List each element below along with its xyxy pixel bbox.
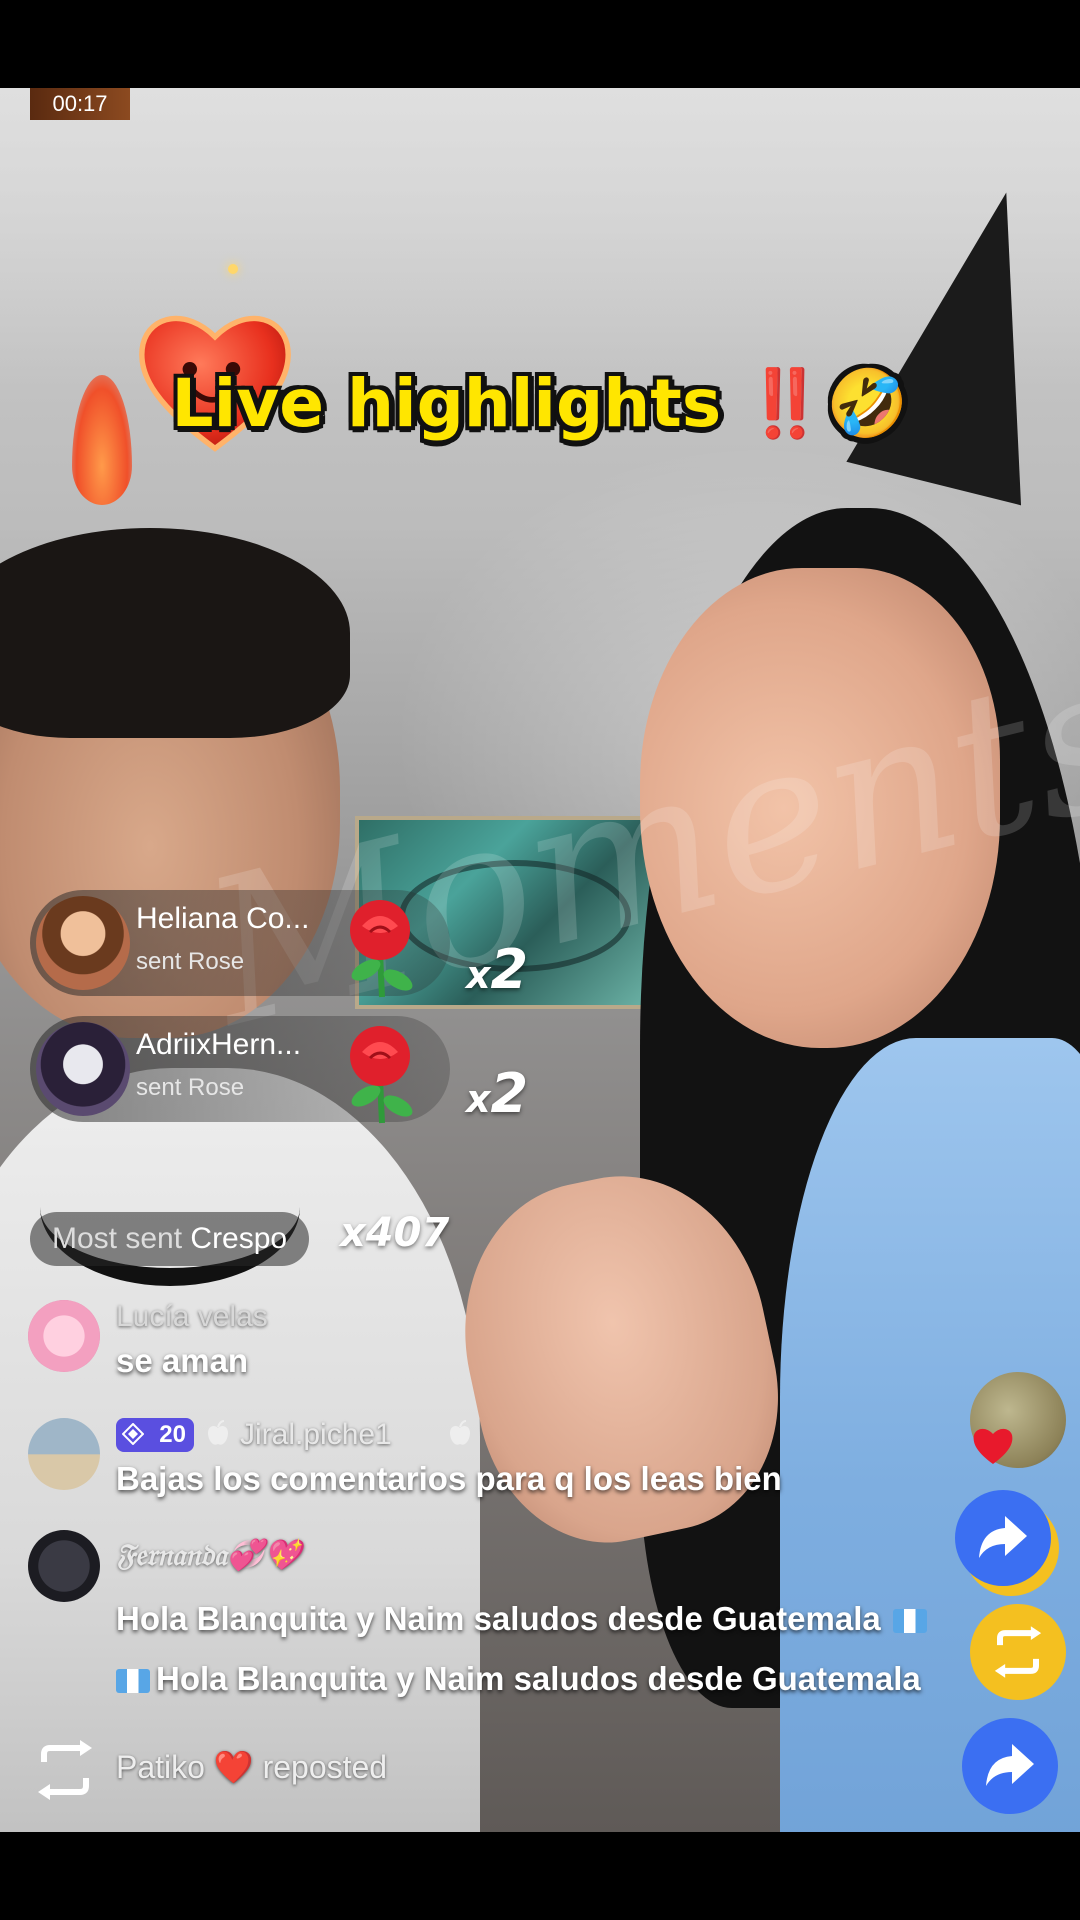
comment-username[interactable]: Jiral.piche1 — [240, 1418, 392, 1452]
flag-guatemala-icon — [892, 1609, 927, 1634]
comment-username[interactable]: 𝔉𝔢𝔯𝔫𝔞𝔫𝔡𝔞💞💖 — [116, 1538, 302, 1573]
gift-sender-name: AdriixHern... — [136, 1028, 302, 1061]
share-button[interactable] — [955, 1490, 1051, 1586]
share-icon — [986, 1744, 1034, 1786]
flag-guatemala-icon — [116, 1669, 150, 1694]
video-timer: 00:17 — [30, 88, 130, 120]
sparkle-icon — [228, 264, 238, 274]
gift-action: sent Rose — [136, 1074, 245, 1101]
share-icon — [979, 1516, 1027, 1558]
title-text: Live highlights — [171, 365, 722, 442]
gem-icon — [122, 1423, 144, 1445]
most-sent-gift: Crespo — [190, 1222, 288, 1255]
repost-icon — [994, 1626, 1042, 1678]
rofl-emoji-icon: 🤣 — [826, 365, 909, 442]
comment-text: se aman — [116, 1342, 249, 1379]
gift-multiplier: x2 — [466, 1062, 529, 1125]
repost-notice: Patiko ❤️ reposted — [116, 1749, 388, 1785]
level-badge: 20 — [116, 1418, 194, 1452]
top-letterbox — [0, 0, 1080, 88]
apple-icon — [450, 1420, 470, 1445]
most-sent-count: x407 — [340, 1210, 450, 1256]
share-button[interactable] — [962, 1718, 1058, 1814]
apple-icon — [208, 1420, 228, 1445]
avatar[interactable] — [36, 896, 130, 990]
avatar[interactable] — [28, 1530, 100, 1602]
most-sent-label: Most sent — [52, 1222, 183, 1255]
gift-multiplier: x2 — [466, 938, 529, 1001]
man-hair — [0, 528, 350, 738]
avatar[interactable] — [28, 1418, 100, 1490]
avatar[interactable] — [28, 1300, 100, 1372]
repost-button[interactable] — [970, 1604, 1066, 1700]
live-highlights-title: Live highlights ‼️🤣 — [0, 365, 1080, 443]
bottom-letterbox — [0, 1832, 1080, 1920]
rose-icon — [350, 900, 413, 998]
gift-action: sent Rose — [136, 948, 245, 975]
most-sent-banner: Most sent Crespo — [30, 1212, 310, 1266]
comment-username[interactable]: Lucía velas — [116, 1300, 268, 1334]
sparkle-heart-icon: 💞💖 — [226, 1538, 302, 1573]
avatar[interactable] — [36, 1022, 130, 1116]
gift-sender-name: Heliana Co... — [136, 902, 310, 935]
comment-text: Hola Blanquita y Naim saludos desde Guat… — [116, 1660, 921, 1698]
repost-icon — [38, 1740, 92, 1800]
double-exclamation-icon: ‼️ — [744, 365, 827, 442]
heart-icon — [973, 1428, 1013, 1464]
heart-icon: ❤️ — [213, 1749, 254, 1785]
comment-text: Hola Blanquita y Naim saludos desde Guat… — [116, 1600, 933, 1638]
rose-icon — [350, 1026, 413, 1124]
comment-text: Bajas los comentarios para q los leas bi… — [116, 1460, 782, 1497]
